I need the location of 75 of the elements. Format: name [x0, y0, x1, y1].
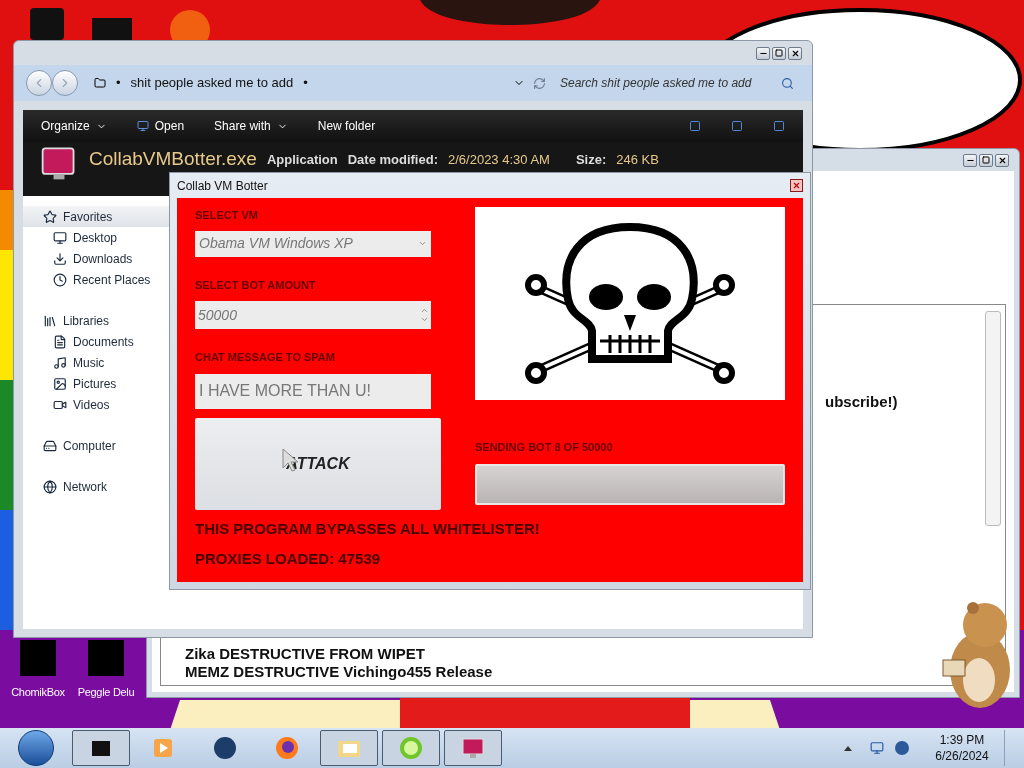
spin-down-icon: [420, 315, 429, 324]
monitor-icon: [461, 737, 485, 759]
minimize-button[interactable]: [756, 46, 770, 60]
globe-icon: [213, 736, 237, 760]
nav-item[interactable]: Music: [23, 352, 171, 373]
show-hidden-icons-button[interactable]: [844, 745, 852, 751]
play-icon: [152, 737, 174, 759]
minimize-button[interactable]: [963, 153, 977, 167]
search-field[interactable]: Search shit people asked me to add: [554, 71, 800, 95]
nav-item[interactable]: Recent Places: [23, 269, 171, 290]
close-button[interactable]: [788, 46, 802, 60]
spin-up-icon: [420, 306, 429, 315]
lime-icon: [399, 736, 423, 760]
field-label: CHAT MESSAGE TO SPAM: [195, 350, 336, 365]
help-icon: [773, 120, 785, 132]
refresh-icon: [533, 76, 546, 90]
bot-amount-spinner[interactable]: 50000: [195, 301, 431, 329]
toolbar-button[interactable]: Open: [136, 117, 185, 135]
dropdown-icon: [418, 239, 427, 248]
clock-date[interactable]: 6/26/2024: [935, 748, 989, 764]
field-label: SELECT VM: [195, 208, 259, 223]
nav-item[interactable]: Videos: [23, 394, 171, 415]
close-button[interactable]: [790, 179, 803, 192]
vm-dropdown[interactable]: Obama VM Windows XP: [195, 230, 431, 257]
firefox-icon: [275, 736, 299, 760]
scrollbar[interactable]: [985, 311, 1001, 526]
application-icon: [20, 640, 56, 676]
window-title: Collab VM Botter: [177, 177, 268, 195]
view-icon: [689, 120, 701, 132]
list-item[interactable]: MEMZ DESTRUCTIVE Vichingo455 Release: [185, 663, 493, 681]
status-text: THIS PROGRAM BYPASSES ALL WHITELISTER!: [195, 518, 541, 539]
forward-button[interactable]: [52, 70, 78, 96]
search-icon: [781, 76, 794, 90]
network-icon: [870, 741, 884, 755]
message-field[interactable]: I HAVE MORE THAN U!: [195, 373, 431, 409]
nav-item[interactable]: Downloads: [23, 248, 171, 269]
close-icon: [792, 181, 801, 190]
start-button[interactable]: [18, 730, 54, 766]
toolbar-button[interactable]: New folder: [317, 117, 376, 135]
taskbar-button[interactable]: [72, 730, 130, 766]
maximize-icon: [982, 156, 990, 164]
taskbar-button[interactable]: [382, 730, 440, 766]
back-button[interactable]: [26, 70, 52, 96]
speaker-icon: [894, 740, 910, 756]
list-item[interactable]: ubscribe!): [825, 391, 898, 414]
desktop-shortcut[interactable]: Peggle Delu: [74, 640, 138, 701]
application-icon: [136, 120, 149, 132]
field-label: SELECT BOT AMOUNT: [195, 277, 317, 293]
close-icon: [790, 48, 800, 58]
nav-item[interactable]: Libraries: [23, 310, 171, 331]
maximize-button[interactable]: [772, 46, 786, 60]
maximize-icon: [775, 49, 783, 57]
nav-item[interactable]: Favorites: [23, 206, 171, 227]
nav-item[interactable]: Pictures: [23, 373, 171, 394]
progress-label: SENDING BOT 8 OF 50000: [475, 440, 614, 455]
breadcrumb-separator[interactable]: •: [116, 73, 121, 93]
address-bar[interactable]: • shit people asked me to add •: [86, 71, 505, 95]
nav-item[interactable]: Documents: [23, 331, 171, 352]
nav-item[interactable]: Desktop: [23, 227, 171, 248]
toolbar-button[interactable]: Organize: [41, 117, 107, 135]
nav-item[interactable]: Network: [23, 476, 171, 497]
breadcrumb[interactable]: shit people asked me to add: [130, 73, 294, 93]
taskbar-button[interactable]: [320, 730, 378, 766]
close-icon: [997, 155, 1007, 165]
maximize-button[interactable]: [979, 153, 993, 167]
close-button[interactable]: [995, 153, 1009, 167]
pane-icon: [731, 120, 743, 132]
nav-item[interactable]: Computer: [23, 435, 171, 456]
list-item[interactable]: Zika DESTRUCTIVE FROM WIPET: [185, 645, 425, 663]
toolbar-button[interactable]: Share with: [214, 117, 288, 135]
clock-time[interactable]: 1:39 PM: [939, 732, 985, 748]
desktop-shortcut[interactable]: ChomikBox: [6, 640, 70, 701]
breadcrumb-separator[interactable]: •: [303, 73, 308, 93]
application-icon: [88, 640, 124, 676]
status-text: PROXIES LOADED: 47539: [195, 549, 382, 569]
